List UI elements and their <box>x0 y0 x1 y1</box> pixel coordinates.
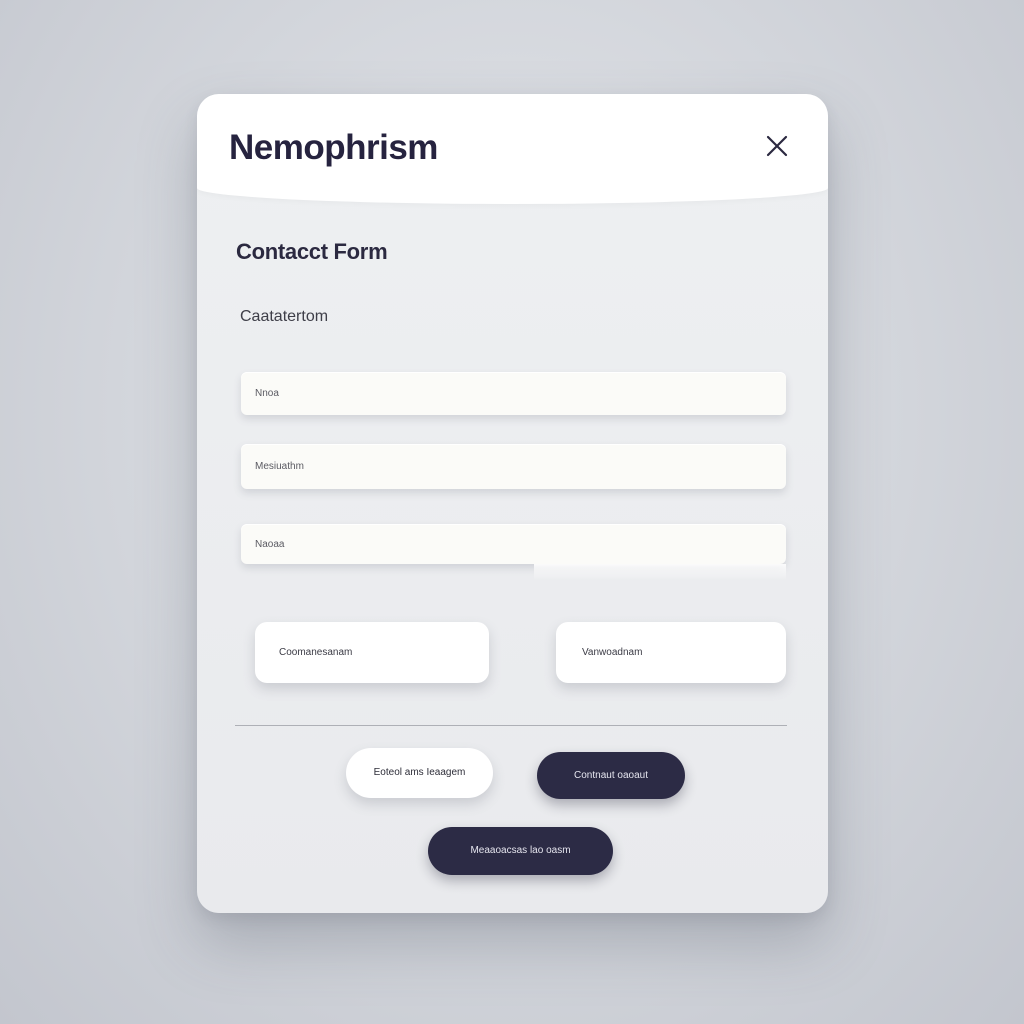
secondary-action-button[interactable]: Eoteol ams Ieaagem <box>346 748 493 798</box>
submit-button[interactable]: Meaaoacsas lao oasm <box>428 827 613 875</box>
app-title: Nemophrism <box>229 128 438 167</box>
name-input[interactable] <box>241 372 786 415</box>
primary-action-button[interactable]: Contnaut oaoaut <box>537 752 685 799</box>
divider <box>235 725 787 726</box>
form-subtitle: Caatatertom <box>240 308 329 325</box>
form-title: Contacct Form <box>236 239 388 264</box>
email-input[interactable] <box>241 524 786 564</box>
message-input[interactable] <box>241 444 786 489</box>
option-button-2[interactable]: Vanwoadnam <box>556 622 786 683</box>
contact-form-dialog: Nemophrism Contacct Form Caatatertom Coo… <box>197 94 828 913</box>
option-button-1[interactable]: Coomanesanam <box>255 622 489 683</box>
close-button[interactable] <box>763 132 791 160</box>
field-highlight <box>534 564 786 580</box>
close-icon <box>766 135 788 157</box>
